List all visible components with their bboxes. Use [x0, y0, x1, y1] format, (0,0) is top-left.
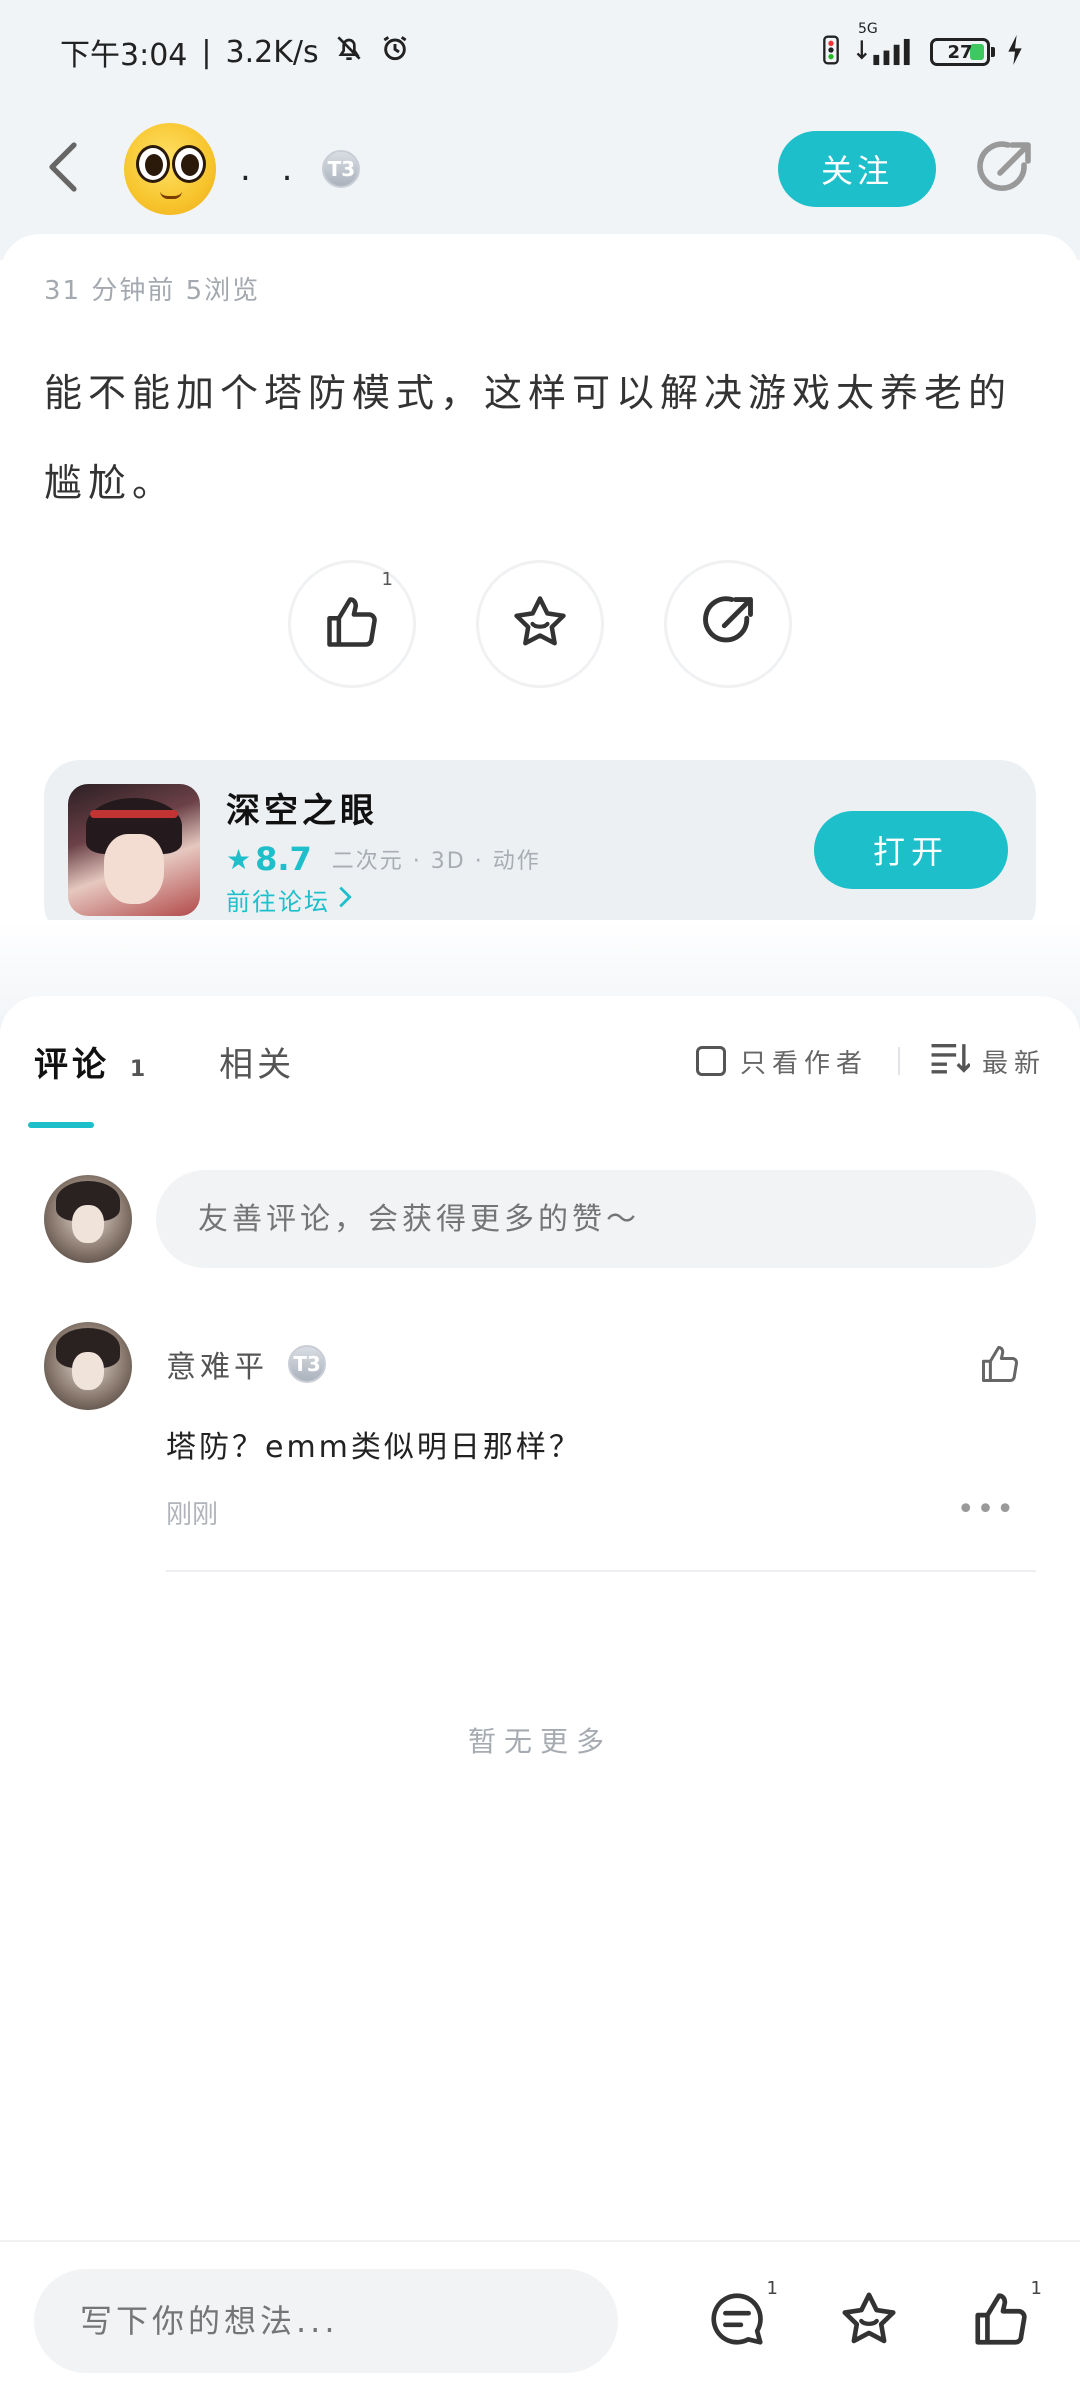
bottom-actions: 1 1 [702, 2278, 1042, 2356]
bottom-bar: 1 1 [0, 2240, 1080, 2400]
game-icon-face [104, 834, 164, 904]
traffic-light-icon [822, 35, 840, 69]
share-icon [698, 592, 758, 656]
avatar-face [72, 1352, 104, 1390]
author-name[interactable]: . . [240, 149, 302, 189]
avatar-eye-left [136, 145, 170, 183]
sort-icon[interactable] [930, 1042, 972, 1081]
game-icon-headband [90, 810, 178, 818]
tab-comments-count: 1 [129, 1056, 150, 1082]
game-icon [68, 784, 200, 916]
comment-filters: 只看作者 最新 [695, 1042, 1046, 1081]
comment-input[interactable] [156, 1170, 1036, 1268]
chat-bubble-icon [706, 2288, 768, 2354]
filter-divider [897, 1047, 900, 1075]
tab-related[interactable]: 相关 [219, 1037, 295, 1086]
back-icon[interactable] [44, 139, 84, 199]
alarm-icon [379, 32, 411, 72]
status-bar: 下午3:04 | 3.2K/s 5G 27 [0, 0, 1080, 104]
commenter-level-badge: T3 [288, 1345, 326, 1383]
share-post-button[interactable] [664, 560, 792, 688]
battery-indicator: 27 [930, 38, 995, 66]
avatar-mouth [160, 191, 182, 199]
current-user-avatar [44, 1175, 132, 1263]
like-button[interactable]: 1 [288, 560, 416, 688]
game-name: 深空之眼 [226, 791, 378, 831]
game-rating-row: ★ 8.7 二次元 · 3D · 动作 [226, 840, 541, 878]
comment-like-button[interactable] [978, 1342, 1022, 1390]
comment-button[interactable]: 1 [702, 2278, 778, 2356]
bottom-like-button[interactable]: 1 [966, 2278, 1042, 2356]
post-actions: 1 [0, 560, 1080, 688]
no-more-label: 暂无更多 [467, 1725, 612, 1758]
bottom-like-count: 1 [1030, 2278, 1042, 2299]
network-type: 5G [858, 21, 878, 37]
thumbs-up-icon [970, 2288, 1032, 2354]
comment-text: 塔防？emm类似明日那样？ [166, 1430, 582, 1465]
bottom-comment-input[interactable] [34, 2269, 618, 2373]
mute-bell-icon [333, 32, 365, 72]
tab-comments-label: 评论 [34, 1044, 110, 1085]
tab-comments[interactable]: 评论 1 [34, 1037, 149, 1086]
forum-link-label: 前往论坛 [226, 888, 330, 916]
bottom-favorite-button[interactable] [834, 2286, 904, 2356]
status-speed: 3.2K/s [225, 34, 319, 70]
status-left: 下午3:04 | 3.2K/s [60, 30, 411, 74]
game-card[interactable]: 深空之眼 ★ 8.7 二次元 · 3D · 动作 前往论坛 打开 [44, 760, 1036, 940]
status-right: 5G 27 [822, 21, 1024, 69]
author-avatar[interactable] [124, 123, 216, 215]
charging-icon [1006, 35, 1024, 69]
like-count: 1 [381, 569, 393, 590]
comment-time: 刚刚 [166, 1500, 219, 1530]
thumbs-up-icon [322, 592, 382, 656]
author-only-checkbox[interactable] [695, 1046, 726, 1076]
commenter-row: 意难平 T3 [166, 1342, 326, 1386]
more-options-icon[interactable]: ••• [957, 1492, 1016, 1527]
game-score: 8.7 [255, 840, 312, 878]
follow-button[interactable]: 关注 [778, 131, 936, 207]
forum-link[interactable]: 前往论坛 [226, 882, 541, 917]
sort-label[interactable]: 最新 [982, 1043, 1046, 1080]
active-tab-indicator [28, 1122, 94, 1128]
status-time: 下午3:04 [60, 38, 188, 73]
comment-input-row [44, 1170, 1036, 1268]
game-info: 深空之眼 ★ 8.7 二次元 · 3D · 动作 前往论坛 [226, 783, 541, 917]
battery-level: 27 [947, 41, 973, 63]
share-icon[interactable] [972, 137, 1036, 201]
signal-icon: 5G [856, 21, 914, 67]
author-level-badge: T3 [322, 150, 361, 188]
star-icon [510, 592, 570, 656]
post-header: . . T3 关注 [0, 104, 1080, 234]
game-tags: 二次元 · 3D · 动作 [331, 849, 541, 874]
avatar-eye-right [172, 145, 206, 183]
star-icon [838, 2288, 900, 2354]
rating-star-icon: ★ [226, 842, 252, 876]
bottom-comment-count: 1 [766, 2278, 778, 2299]
open-game-button[interactable]: 打开 [814, 811, 1008, 889]
post-card: 31 分钟前 5浏览 能不能加个塔防模式，这样可以解决游戏太养老的尴尬。 1 深 [0, 234, 1080, 1034]
avatar-face [72, 1205, 104, 1243]
comments-section: 评论 1 相关 只看作者 最新 意难平 T3 [0, 996, 1080, 2240]
status-separator: | [201, 34, 212, 70]
comment-item: 意难平 T3 塔防？emm类似明日那样？ 刚刚 ••• [44, 1322, 1036, 1572]
post-text: 能不能加个塔防模式，这样可以解决游戏太养老的尴尬。 [44, 371, 1013, 505]
post-meta: 31 分钟前 5浏览 [44, 276, 261, 306]
commenter-avatar[interactable] [44, 1322, 132, 1410]
commenter-name[interactable]: 意难平 [166, 1342, 268, 1386]
comment-tabs: 评论 1 相关 只看作者 最新 [0, 996, 1080, 1126]
chevron-right-icon [338, 886, 352, 914]
comment-divider [166, 1570, 1036, 1572]
author-only-label[interactable]: 只看作者 [740, 1043, 868, 1080]
favorite-button[interactable] [476, 560, 604, 688]
